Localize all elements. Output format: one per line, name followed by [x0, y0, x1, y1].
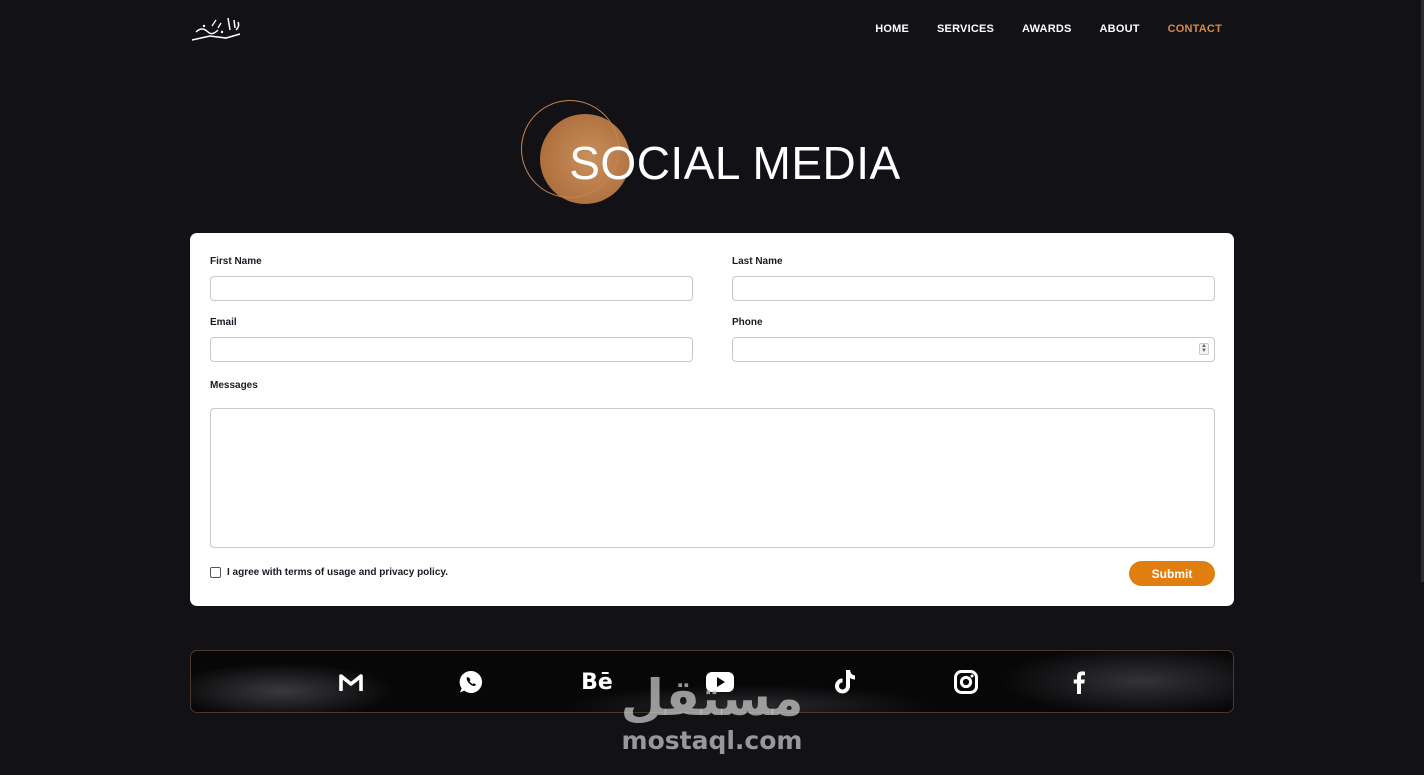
phone-field[interactable]: [732, 337, 1215, 362]
terms-agreement: I agree with terms of usage and privacy …: [210, 567, 448, 578]
nav-contact[interactable]: CONTACT: [1168, 23, 1222, 35]
submit-button[interactable]: Submit: [1129, 561, 1215, 586]
last-name-label: Last Name: [732, 256, 783, 267]
nav-home[interactable]: HOME: [875, 23, 909, 35]
phone-label: Phone: [732, 317, 763, 328]
watermark-latin: mostaql.com: [621, 726, 803, 755]
page-title: SOCIAL MEDIA: [569, 137, 901, 189]
main-nav: HOME SERVICES AWARDS ABOUT CONTACT: [875, 23, 1222, 35]
whatsapp-icon[interactable]: [456, 667, 486, 697]
calligraphy-logo-icon: [191, 17, 241, 41]
instagram-icon[interactable]: [951, 667, 981, 697]
email-field[interactable]: [210, 337, 693, 362]
terms-checkbox[interactable]: [210, 567, 221, 578]
tiktok-icon[interactable]: [830, 667, 860, 697]
last-name-field[interactable]: [732, 276, 1215, 301]
social-links-bar: Bē: [190, 650, 1234, 713]
behance-icon[interactable]: Bē: [581, 667, 613, 697]
contact-form: First Name Last Name Email Phone ▲ ▼ Mess…: [190, 233, 1234, 606]
terms-label: I agree with terms of usage and privacy …: [227, 567, 448, 578]
messages-label: Messages: [210, 380, 258, 391]
email-label: Email: [210, 317, 237, 328]
nav-about[interactable]: ABOUT: [1100, 23, 1140, 35]
behance-glyph: Bē: [581, 669, 613, 695]
nav-services[interactable]: SERVICES: [937, 23, 994, 35]
phone-wrapper: ▲ ▼: [732, 337, 1215, 362]
youtube-icon[interactable]: [705, 667, 735, 697]
hero-section: SOCIAL MEDIA: [0, 96, 1424, 208]
gmail-icon[interactable]: [336, 667, 366, 697]
first-name-field[interactable]: [210, 276, 693, 301]
number-spinner-icon[interactable]: ▲ ▼: [1199, 343, 1209, 355]
logo[interactable]: [188, 14, 244, 46]
messages-textarea[interactable]: [210, 408, 1215, 548]
nav-awards[interactable]: AWARDS: [1022, 23, 1071, 35]
first-name-label: First Name: [210, 256, 262, 267]
facebook-icon[interactable]: [1064, 667, 1094, 697]
